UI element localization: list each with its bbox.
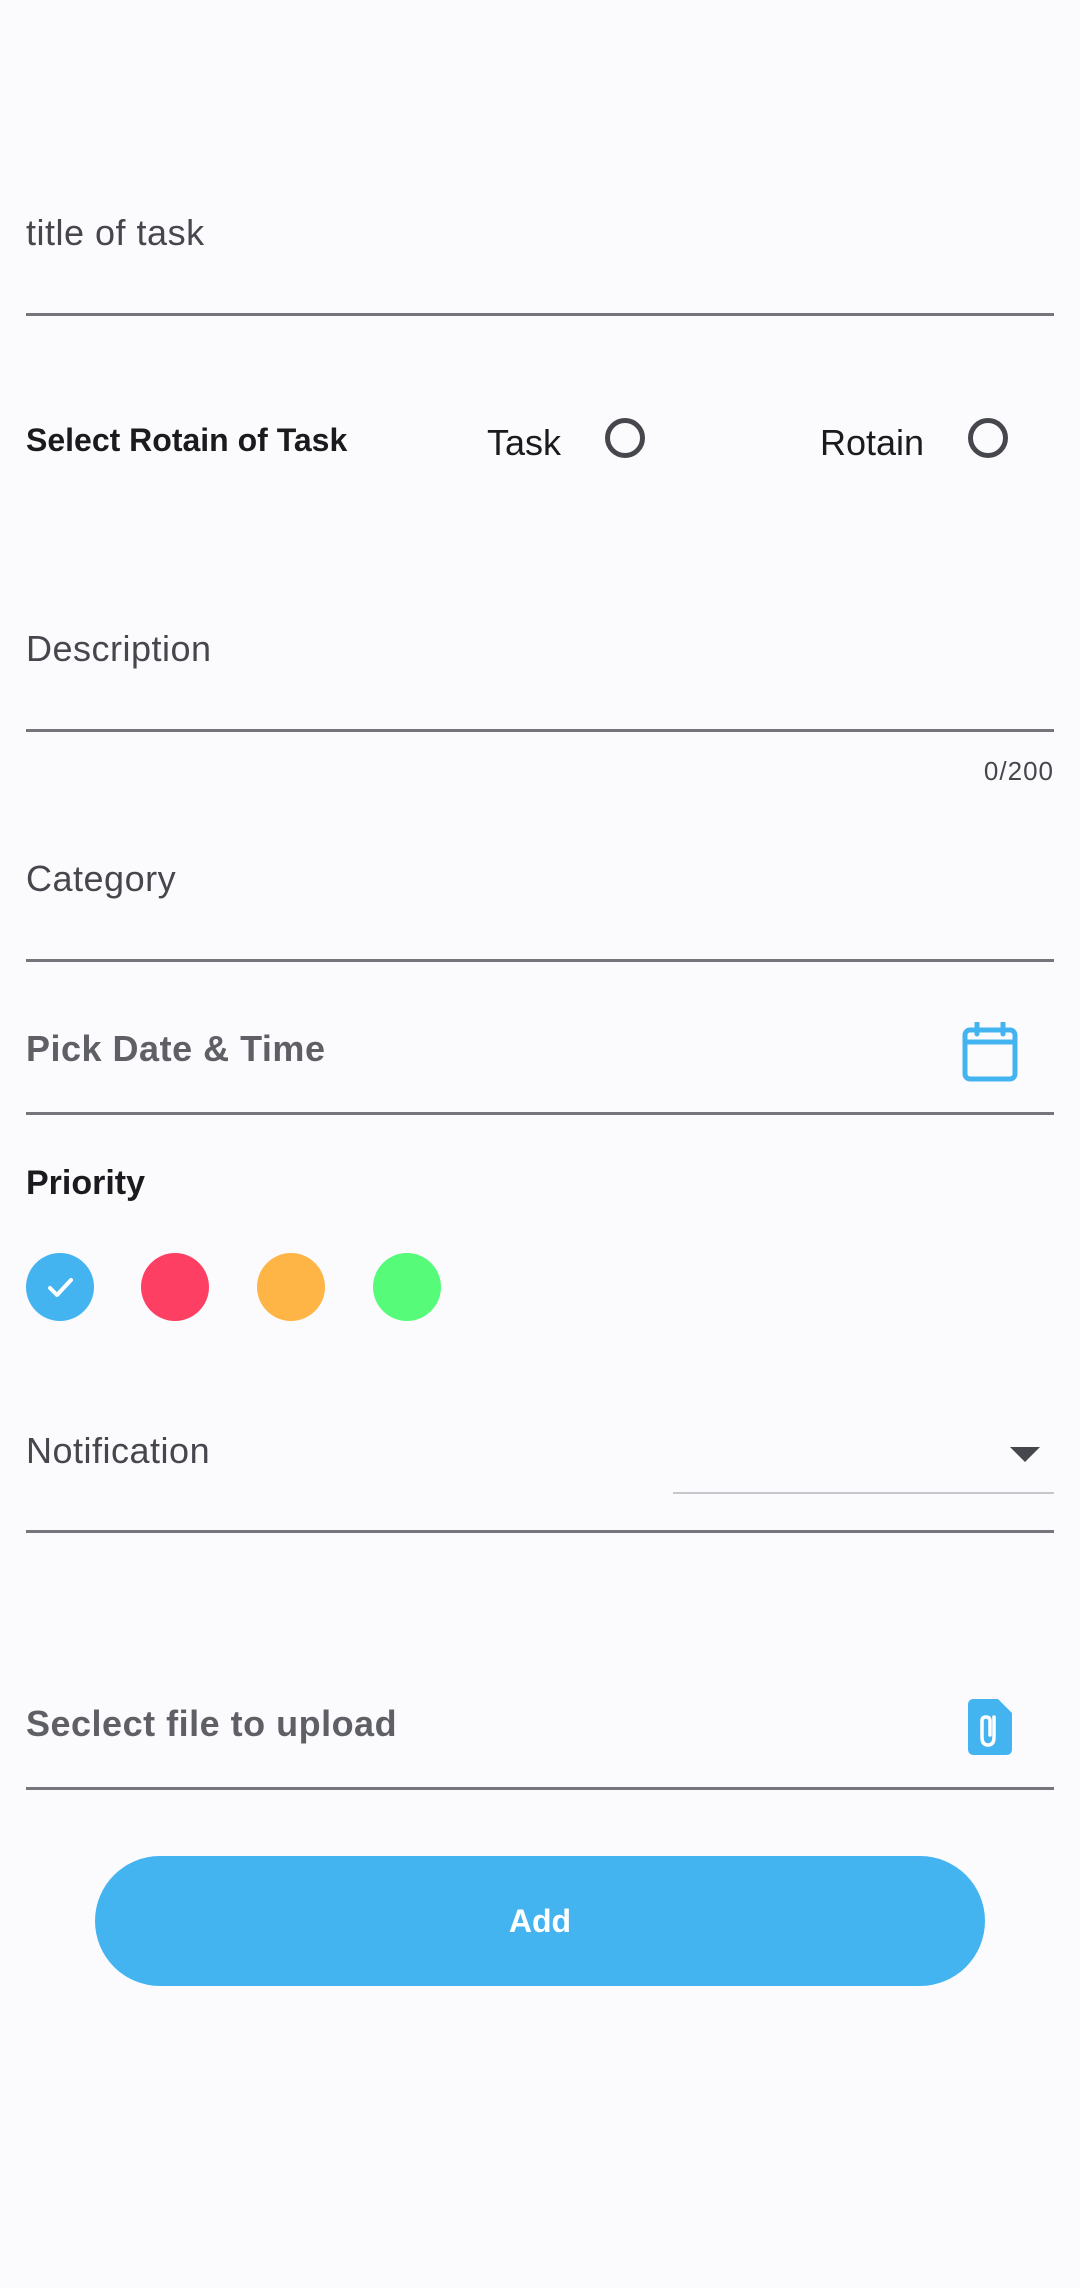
date-time-input[interactable]: Pick Date & Time bbox=[26, 1028, 926, 1088]
rotain-radio[interactable] bbox=[968, 418, 1008, 458]
calendar-icon[interactable] bbox=[962, 1020, 1018, 1082]
notification-label: Notification bbox=[26, 1430, 211, 1471]
file-upload-underline bbox=[26, 1787, 1054, 1790]
file-attachment-icon[interactable] bbox=[968, 1699, 1012, 1755]
option-task-label: Task bbox=[487, 422, 562, 463]
category-placeholder: Category bbox=[26, 858, 177, 899]
file-upload-placeholder: Seclect file to upload bbox=[26, 1703, 398, 1744]
title-input[interactable]: title of task bbox=[26, 212, 1054, 272]
date-time-placeholder: Pick Date & Time bbox=[26, 1028, 326, 1069]
title-underline bbox=[26, 313, 1054, 316]
type-selector-label: Select Rotain of Task bbox=[26, 422, 348, 458]
description-input[interactable]: Description bbox=[26, 628, 1054, 688]
date-time-underline bbox=[26, 1112, 1054, 1115]
title-placeholder: title of task bbox=[26, 212, 205, 253]
notification-dropdown[interactable] bbox=[673, 1410, 1054, 1494]
priority-blue[interactable] bbox=[26, 1253, 94, 1321]
caret-down-icon bbox=[1010, 1447, 1040, 1462]
category-input[interactable]: Category bbox=[26, 858, 1054, 918]
description-underline bbox=[26, 729, 1054, 732]
priority-red[interactable] bbox=[141, 1253, 209, 1321]
file-upload-input[interactable]: Seclect file to upload bbox=[26, 1703, 926, 1763]
option-rotain[interactable]: Rotain bbox=[820, 418, 1020, 474]
category-underline bbox=[26, 959, 1054, 962]
option-rotain-label: Rotain bbox=[820, 422, 925, 463]
description-placeholder: Description bbox=[26, 628, 212, 669]
priority-label: Priority bbox=[26, 1164, 146, 1202]
notification-underline bbox=[26, 1530, 1054, 1533]
option-task[interactable]: Task bbox=[487, 418, 657, 474]
add-button[interactable]: Add bbox=[95, 1856, 985, 1986]
add-button-label: Add bbox=[508, 1902, 572, 1939]
priority-orange[interactable] bbox=[257, 1253, 325, 1321]
priority-green[interactable] bbox=[373, 1253, 441, 1321]
task-radio[interactable] bbox=[605, 418, 645, 458]
description-counter: 0/200 bbox=[983, 756, 1054, 786]
check-icon bbox=[48, 1278, 73, 1297]
dropdown-underline bbox=[673, 1492, 1054, 1494]
